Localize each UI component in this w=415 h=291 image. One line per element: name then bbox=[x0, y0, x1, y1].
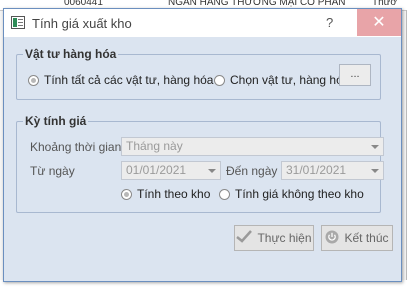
to-date-value: 31/01/2021 bbox=[286, 163, 347, 177]
radio-unchecked-icon bbox=[214, 74, 225, 86]
radio-checked-icon bbox=[28, 74, 39, 86]
radio-select-materials-label: Chọn vật tư, hàng hóa bbox=[230, 73, 350, 87]
chevron-down-icon bbox=[371, 169, 379, 173]
from-date-label: Từ ngày bbox=[30, 164, 75, 178]
to-date-label: Đến ngày bbox=[226, 164, 278, 178]
radio-all-materials-label: Tính tất cả các vật tư, hàng hóa bbox=[44, 73, 214, 87]
finish-button-label: Kết thúc bbox=[344, 231, 389, 245]
radio-not-by-warehouse[interactable]: Tính giá không theo kho bbox=[219, 187, 364, 201]
app-icon bbox=[11, 16, 25, 29]
period-group-legend: Kỳ tính giá bbox=[23, 114, 89, 128]
stock-cost-dialog: Tính giá xuất kho ? ✕ Vật tư hàng hóa Tí… bbox=[3, 8, 402, 282]
radio-by-warehouse[interactable]: Tính theo kho bbox=[121, 187, 210, 201]
radio-unchecked-icon bbox=[219, 188, 230, 200]
execute-button[interactable]: Thực hiện bbox=[234, 225, 314, 251]
period-dropdown[interactable]: Tháng này bbox=[121, 137, 384, 156]
title-bar[interactable]: Tính giá xuất kho ? ✕ bbox=[4, 9, 401, 37]
execute-button-label: Thực hiện bbox=[257, 231, 312, 245]
dialog-title: Tính giá xuất kho bbox=[32, 16, 132, 31]
finish-button[interactable]: Kết thúc bbox=[321, 225, 393, 251]
to-date-picker[interactable]: 31/01/2021 bbox=[281, 161, 384, 180]
background-cell: Thươ bbox=[372, 0, 397, 8]
period-label: Khoảng thời gian bbox=[30, 140, 122, 154]
help-button[interactable]: ? bbox=[326, 15, 333, 30]
checkmark-icon bbox=[236, 230, 253, 246]
period-value: Tháng này bbox=[126, 139, 183, 153]
from-date-picker[interactable]: 01/01/2021 bbox=[121, 161, 221, 180]
browse-materials-button[interactable]: ... bbox=[339, 64, 371, 86]
background-panel bbox=[406, 10, 415, 280]
background-cell: NGÂN HÀNG THƯƠNG MẠI CỔ PHẦN bbox=[168, 0, 346, 8]
radio-not-by-warehouse-label: Tính giá không theo kho bbox=[235, 187, 364, 201]
radio-all-materials[interactable]: Tính tất cả các vật tư, hàng hóa bbox=[28, 73, 213, 87]
background-cell: 0060441 bbox=[64, 0, 103, 8]
close-button[interactable]: ✕ bbox=[357, 9, 401, 36]
materials-group-legend: Vật tư hàng hóa bbox=[23, 47, 119, 61]
from-date-value: 01/01/2021 bbox=[126, 163, 187, 177]
power-icon bbox=[325, 230, 339, 247]
chevron-down-icon bbox=[208, 169, 216, 173]
radio-checked-icon bbox=[121, 188, 132, 200]
radio-select-materials[interactable]: Chọn vật tư, hàng hóa bbox=[214, 73, 349, 87]
radio-by-warehouse-label: Tính theo kho bbox=[137, 187, 211, 201]
chevron-down-icon bbox=[371, 145, 379, 149]
